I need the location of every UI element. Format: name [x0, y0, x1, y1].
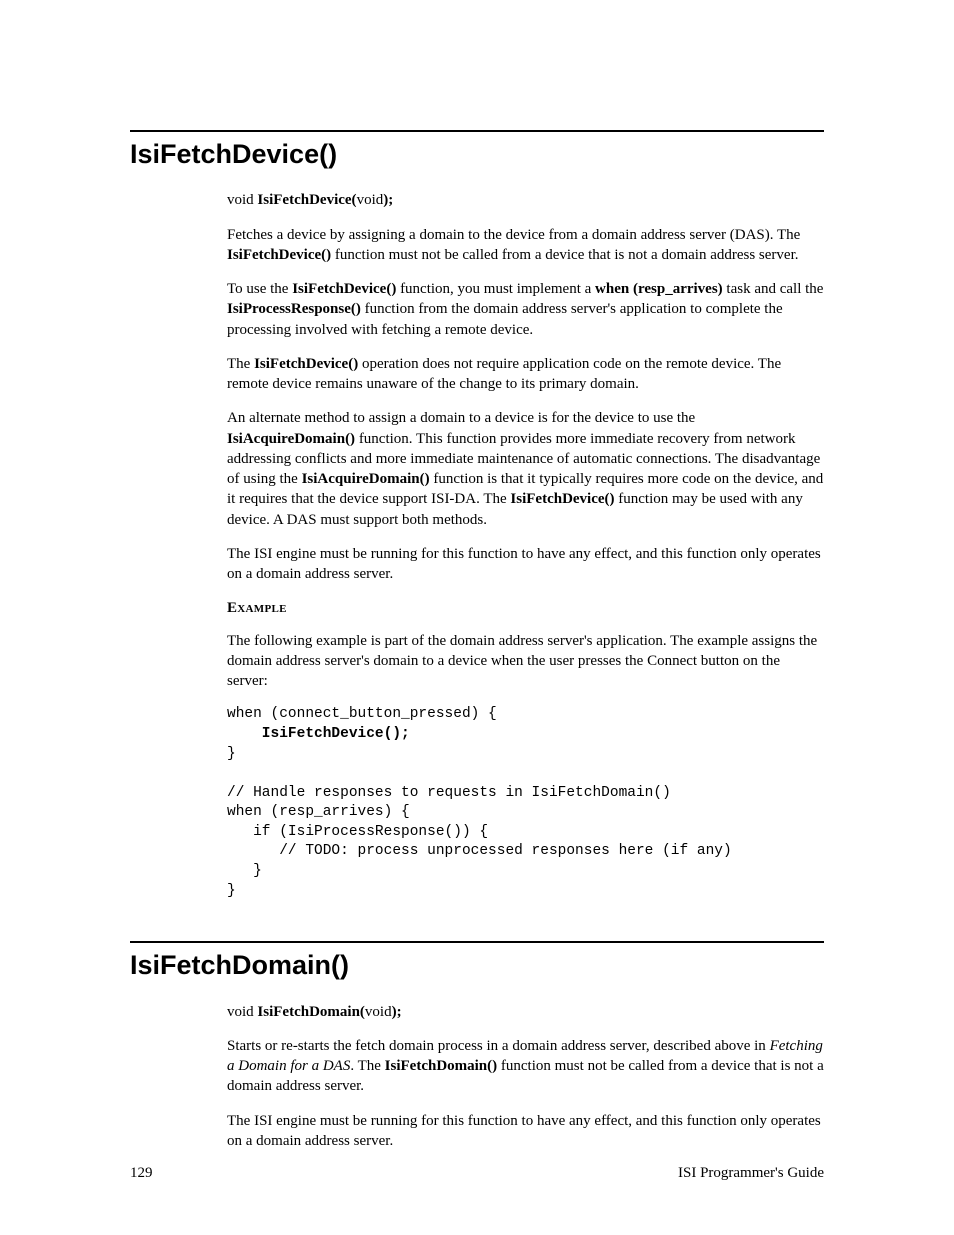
signature-isifetchdomain: void IsiFetchDomain(void); [227, 1002, 824, 1022]
example-label: Example [227, 598, 824, 618]
code-block: when (connect_button_pressed) { IsiFetch… [227, 705, 824, 901]
page-footer: 129 ISI Programmer's Guide [130, 1163, 824, 1183]
body-isifetchdevice: void IsiFetchDevice(void); Fetches a dev… [227, 190, 824, 901]
paragraph: Fetches a device by assigning a domain t… [227, 225, 824, 266]
section-rule [130, 130, 824, 132]
paragraph: An alternate method to assign a domain t… [227, 408, 824, 530]
paragraph: The ISI engine must be running for this … [227, 1111, 824, 1152]
paragraph: Starts or re-starts the fetch domain pro… [227, 1036, 824, 1097]
paragraph: The ISI engine must be running for this … [227, 544, 824, 585]
page: IsiFetchDevice() void IsiFetchDevice(voi… [0, 0, 954, 1235]
paragraph: The IsiFetchDevice() operation does not … [227, 354, 824, 395]
body-isifetchdomain: void IsiFetchDomain(void); Starts or re-… [227, 1002, 824, 1152]
paragraph: The following example is part of the dom… [227, 631, 824, 692]
signature-isifetchdevice: void IsiFetchDevice(void); [227, 190, 824, 210]
heading-isifetchdomain: IsiFetchDomain() [130, 947, 824, 983]
doc-title: ISI Programmer's Guide [678, 1163, 824, 1183]
paragraph: To use the IsiFetchDevice() function, yo… [227, 279, 824, 340]
page-number: 129 [130, 1163, 153, 1183]
section-rule [130, 941, 824, 943]
heading-isifetchdevice: IsiFetchDevice() [130, 136, 824, 172]
